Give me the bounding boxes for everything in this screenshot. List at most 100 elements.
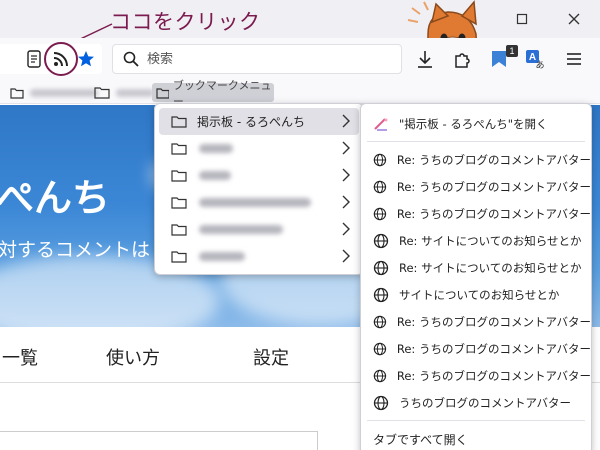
blurred-label — [199, 252, 245, 261]
reader-view-button[interactable] — [24, 49, 44, 69]
chevron-right-icon — [342, 141, 350, 155]
folder-icon — [171, 170, 187, 182]
app-menu-button[interactable] — [564, 49, 584, 69]
feed-site-icon — [374, 117, 388, 131]
blurred-label — [199, 198, 311, 207]
menu-item-folder[interactable] — [159, 216, 359, 243]
globe-icon — [373, 369, 387, 382]
puzzle-icon — [455, 53, 470, 68]
close-icon — [568, 13, 580, 25]
chevron-right-icon — [342, 114, 350, 128]
maximize-button[interactable] — [510, 8, 534, 30]
blurred-label — [199, 144, 233, 153]
bookmark-star-button[interactable] — [76, 49, 96, 69]
site-title: ぺんち — [0, 176, 111, 220]
feed-entry-label: サイトについてのお知らせとか — [399, 287, 560, 302]
menu-item-feed-folder[interactable]: 掲示板 - るろぺんち — [159, 108, 359, 135]
content-panel — [0, 431, 318, 450]
download-icon — [418, 51, 432, 68]
feed-entry-label: Re: サイトについてのお知らせとか — [399, 233, 582, 248]
feed-entry-label: Re: うちのブログのコメントアバター — [396, 206, 591, 221]
blurred-label — [199, 225, 283, 234]
maximize-icon — [516, 13, 528, 25]
title-bar: ココをクリック — [0, 0, 600, 43]
open-all-label: タブですべて開く — [373, 432, 468, 447]
page-scrollbar[interactable] — [588, 105, 600, 450]
star-icon — [78, 51, 94, 67]
chevron-right-icon — [342, 249, 350, 263]
extension-badge: 1 — [506, 45, 518, 57]
feed-entry-item[interactable]: Re: うちのブログのコメントアバター — [361, 335, 591, 362]
feed-entry-item[interactable]: Re: サイトについてのお知らせとか — [361, 254, 591, 281]
bookmark-menu-popup: 掲示板 - るろぺんち — [154, 103, 364, 275]
globe-icon — [373, 180, 387, 193]
feed-entry-item[interactable]: Re: うちのブログのコメントアバター — [361, 308, 591, 335]
globe-icon — [373, 153, 387, 166]
blurred-label — [199, 171, 231, 180]
downloads-button[interactable] — [414, 48, 436, 70]
feed-entry-item[interactable]: うちのブログのコメントアバター — [361, 389, 591, 416]
rss-subscribe-button[interactable] — [44, 42, 78, 76]
globe-icon — [373, 342, 387, 355]
folder-icon — [171, 251, 187, 263]
nav-link-list[interactable]: 一覧 — [2, 344, 38, 370]
open-feed-label: "掲示板 - るろぺんち"を開く — [399, 116, 548, 131]
search-input[interactable] — [147, 51, 387, 67]
site-subtitle: 対するコメントは — [0, 239, 151, 261]
blurred-bookmark-label — [116, 88, 154, 97]
feed-entry-label: Re: うちのブログのコメントアバター — [396, 152, 591, 167]
menu-item-folder[interactable] — [159, 189, 359, 216]
nav-link-usage[interactable]: 使い方 — [106, 344, 160, 370]
feed-entry-label: Re: うちのブログのコメントアバター — [396, 314, 591, 329]
feed-entry-label: Re: サイトについてのお知らせとか — [399, 260, 582, 275]
feed-entry-item[interactable]: Re: うちのブログのコメントアバター — [361, 362, 591, 389]
close-button[interactable] — [562, 8, 586, 30]
globe-icon — [373, 395, 389, 410]
feed-entry-item[interactable]: Re: うちのブログのコメントアバター — [361, 146, 591, 173]
globe-icon — [373, 233, 389, 248]
menu-item-folder[interactable] — [159, 243, 359, 270]
feed-entry-item[interactable]: Re: うちのブログのコメントアバター — [361, 173, 591, 200]
bookmark-folder[interactable] — [94, 83, 154, 102]
menu-item-folder[interactable] — [159, 162, 359, 189]
feed-entry-label: Re: うちのブログのコメントアバター — [396, 341, 591, 356]
folder-icon — [156, 87, 169, 99]
globe-icon — [373, 315, 387, 328]
folder-icon — [171, 116, 187, 128]
folder-icon — [171, 224, 187, 236]
translate-extension-button[interactable]: Aあ — [524, 48, 546, 70]
feed-entry-item[interactable]: Re: うちのブログのコメントアバター — [361, 200, 591, 227]
chevron-right-icon — [342, 222, 350, 236]
menu-item-label: 掲示板 - るろぺんち — [197, 115, 305, 129]
feed-entry-item[interactable]: サイトについてのお知らせとか — [361, 281, 591, 308]
reader-view-icon — [27, 50, 41, 68]
feed-entry-label: Re: うちのブログのコメントアバター — [396, 368, 591, 383]
hamburger-icon — [567, 53, 581, 65]
folder-icon — [94, 87, 110, 99]
globe-icon — [373, 207, 387, 220]
menu-separator — [367, 420, 585, 421]
search-icon — [123, 51, 139, 67]
bookmark-item[interactable] — [10, 83, 98, 102]
svg-text:あ: あ — [535, 60, 544, 69]
chevron-right-icon — [342, 195, 350, 209]
annotation-label: ココをクリック — [110, 10, 261, 34]
folder-icon — [171, 143, 187, 155]
rss-icon — [53, 52, 68, 67]
feed-entry-label: うちのブログのコメントアバター — [399, 395, 572, 410]
blurred-bookmark-label — [30, 88, 98, 97]
bookmark-menu-folder[interactable]: ブックマークメニュー — [152, 79, 274, 108]
feed-entry-label: Re: うちのブログのコメントアバター — [396, 179, 591, 194]
search-bar[interactable] — [112, 44, 402, 74]
feed-submenu-popup: "掲示板 - るろぺんち"を開く Re: うちのブログのコメントアバター Re: … — [360, 103, 592, 450]
extensions-button[interactable] — [452, 48, 474, 70]
open-feed-item[interactable]: "掲示板 - るろぺんち"を開く — [361, 110, 591, 137]
folder-icon — [10, 87, 24, 99]
open-all-in-tabs-item[interactable]: タブですべて開く — [361, 425, 591, 450]
menu-item-folder[interactable] — [159, 135, 359, 162]
feed-entry-item[interactable]: Re: サイトについてのお知らせとか — [361, 227, 591, 254]
globe-icon — [373, 287, 389, 302]
nav-link-settings[interactable]: 設定 — [253, 344, 289, 370]
translate-icon: Aあ — [526, 50, 545, 69]
chevron-right-icon — [342, 168, 350, 182]
